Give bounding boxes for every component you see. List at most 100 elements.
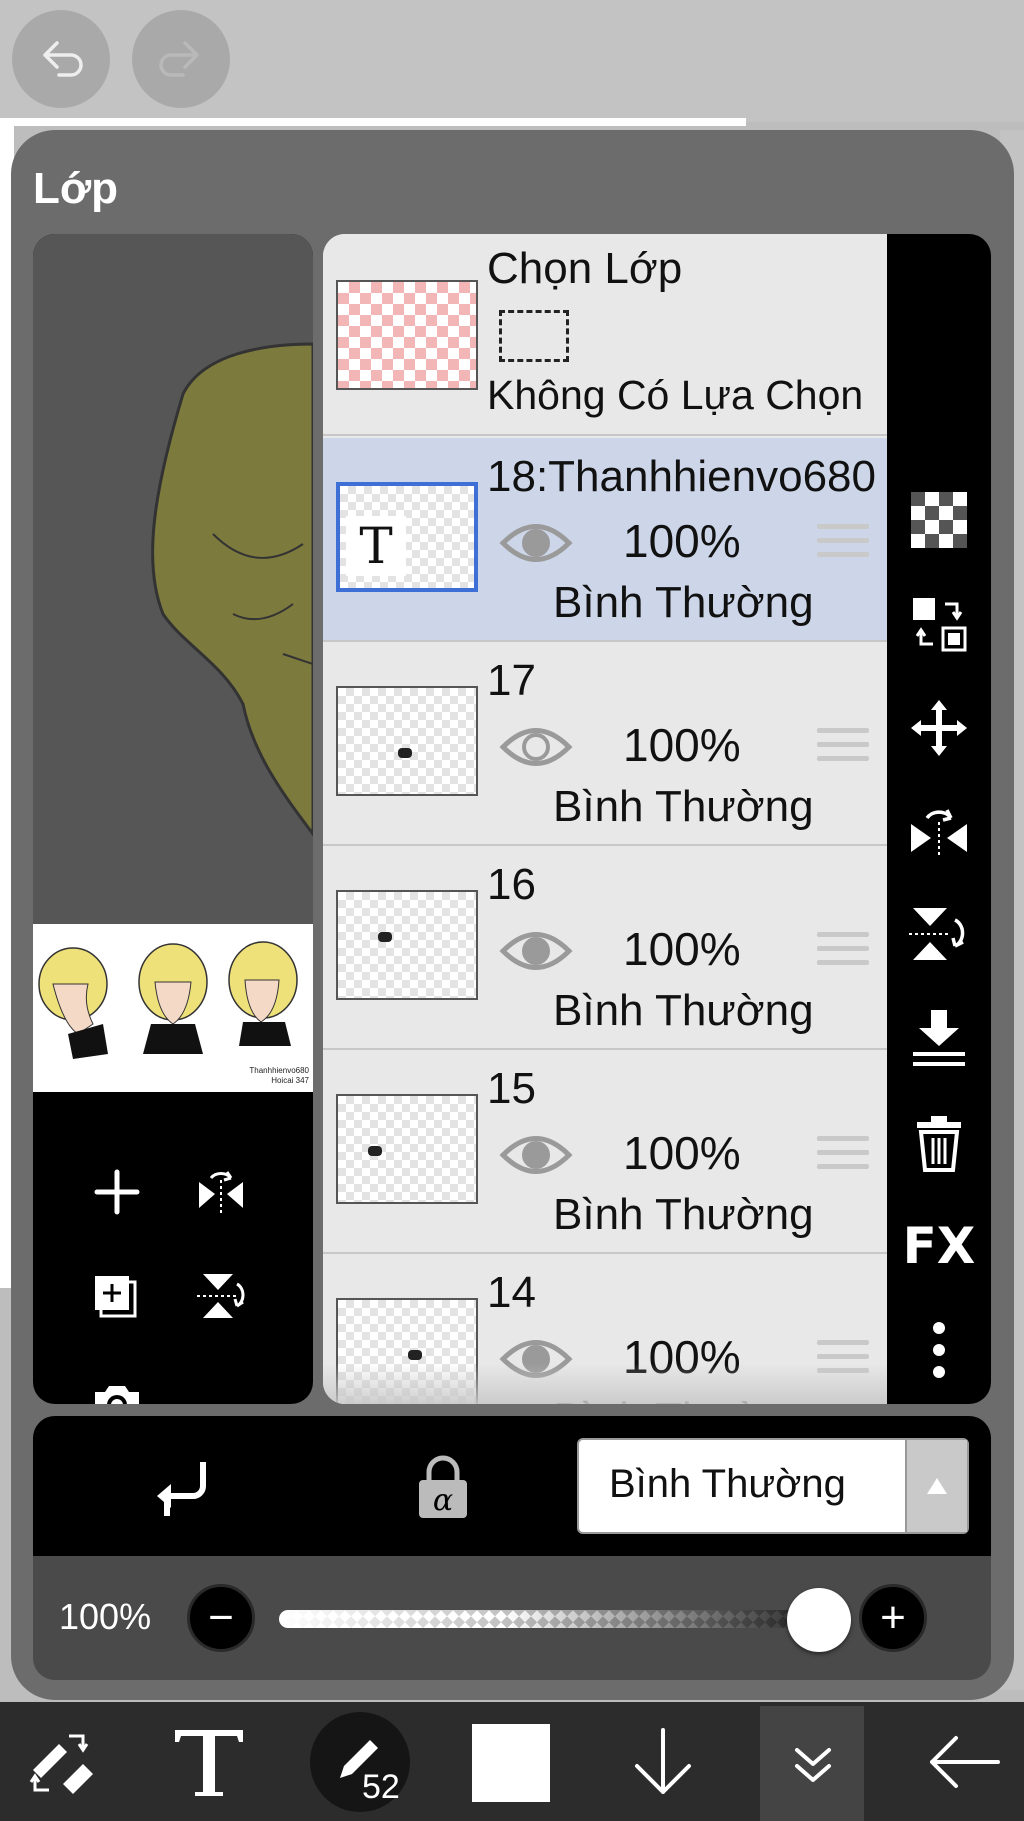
layer-name: 16 xyxy=(487,860,536,909)
text-icon xyxy=(175,1729,243,1796)
eye-icon[interactable] xyxy=(499,720,573,774)
flip-vertical-button[interactable] xyxy=(189,1264,253,1328)
swap-layers-button[interactable] xyxy=(905,590,973,658)
thumbnail-caption: Thanhhienvo680 Hoicai 347 xyxy=(249,1066,309,1086)
collapse-icon xyxy=(795,1747,831,1782)
add-layer-button[interactable] xyxy=(85,1160,149,1224)
layer-thumbnail-content xyxy=(408,1350,422,1360)
layer-blend-mode: Bình Thường xyxy=(553,578,814,627)
fx-icon: FX xyxy=(902,1217,976,1275)
canvas-edge xyxy=(0,118,746,126)
redo-icon xyxy=(159,41,199,77)
trash-icon xyxy=(917,1116,961,1172)
add-layer-icon xyxy=(94,1169,140,1215)
transform-tool-button[interactable] xyxy=(16,1702,106,1821)
color-swatch-button[interactable] xyxy=(472,1724,550,1802)
selection-marquee-icon xyxy=(499,310,569,362)
handle-icon[interactable] xyxy=(817,524,869,566)
blend-row: α Bình Thường xyxy=(33,1416,991,1556)
selection-layer-row[interactable]: Chọn Lớp Không Có Lựa Chọn xyxy=(323,234,901,436)
camera-button[interactable] xyxy=(85,1370,149,1404)
alpha-lock-icon: α xyxy=(419,1455,467,1518)
move-layer-button[interactable] xyxy=(905,694,973,762)
clipping-button[interactable] xyxy=(143,1446,223,1526)
layer-opacity: 100% xyxy=(623,719,741,771)
eye-icon[interactable] xyxy=(499,1128,573,1182)
merge-down-icon xyxy=(913,1010,965,1066)
layer-row[interactable]: 16 100% Bình Thường xyxy=(323,846,901,1050)
flip-down-button[interactable] xyxy=(905,900,973,968)
opacity-slider-knob[interactable] xyxy=(787,1588,851,1652)
layer-blend-mode: Bình Thường xyxy=(553,1190,814,1239)
opacity-row: 100% − + xyxy=(33,1556,991,1680)
back-arrow-icon xyxy=(930,1735,1000,1788)
transparency-button[interactable] xyxy=(905,486,973,554)
canvas-zoom-preview[interactable] xyxy=(33,234,313,924)
layer-down-button[interactable] xyxy=(618,1702,708,1821)
svg-text:α: α xyxy=(433,1483,453,1518)
layer-thumbnail xyxy=(336,1094,478,1204)
alpha-lock-button[interactable]: α xyxy=(403,1446,483,1526)
layer-row[interactable]: 15 100% Bình Thường xyxy=(323,1050,901,1254)
flip-down-icon xyxy=(909,908,965,960)
layer-opacity: 100% xyxy=(623,1127,741,1179)
flip-horizontal-button[interactable] xyxy=(189,1160,253,1224)
layer-name: 15 xyxy=(487,1064,536,1113)
layer-row[interactable]: 17 100% Bình Thường xyxy=(323,642,901,846)
brush-size-value: 52 xyxy=(362,1768,400,1806)
redo-button[interactable] xyxy=(132,10,230,108)
layer-row[interactable]: T 18:Thanhhienvo680 100% Bình Thường xyxy=(323,438,901,642)
selection-layer-thumbnail xyxy=(336,280,478,390)
chevron-up-icon xyxy=(905,1440,967,1532)
eye-icon[interactable] xyxy=(499,924,573,978)
blend-mode-value: Bình Thường xyxy=(609,1462,846,1506)
more-icon xyxy=(933,1322,945,1378)
collapse-button[interactable] xyxy=(768,1702,858,1821)
merge-down-button[interactable] xyxy=(905,1004,973,1072)
layer-thumbnail-content xyxy=(368,1146,382,1156)
undo-button[interactable] xyxy=(12,10,110,108)
thumbnail-caption-line2: Hoicai 347 xyxy=(271,1076,309,1085)
layer-opacity: 100% xyxy=(623,923,741,975)
layer-name: 17 xyxy=(487,656,536,705)
zoomed-artwork xyxy=(151,342,313,837)
layer-thumbnail xyxy=(336,686,478,796)
text-layer-icon: T xyxy=(346,516,406,576)
fx-button[interactable]: FX xyxy=(902,1212,976,1280)
opacity-increase-button[interactable]: + xyxy=(859,1584,927,1652)
handle-icon[interactable] xyxy=(817,932,869,974)
duplicate-layer-button[interactable] xyxy=(85,1264,149,1328)
text-tool-button[interactable] xyxy=(164,1702,254,1821)
undo-icon xyxy=(43,41,83,77)
flip-layer-button[interactable] xyxy=(905,796,973,864)
minus-icon: − xyxy=(208,1593,234,1642)
eye-icon[interactable] xyxy=(499,516,573,570)
swap-layers-icon xyxy=(913,598,967,652)
back-button[interactable] xyxy=(916,1702,1012,1821)
layer-opacity: 100% xyxy=(623,515,741,567)
flip-horizontal-icon xyxy=(199,1171,243,1214)
more-options-button[interactable] xyxy=(905,1316,973,1384)
selection-layer-title: Chọn Lớp xyxy=(487,244,683,293)
layer-thumbnail-content xyxy=(378,932,392,942)
opacity-decrease-button[interactable]: − xyxy=(187,1584,255,1652)
layer-blend-mode: Bình Thường xyxy=(553,782,814,831)
handle-icon[interactable] xyxy=(817,1136,869,1178)
layer-panel: Lớp Thanhhienvo680 Hoicai 347 Chọn Lớp K… xyxy=(11,130,1014,1700)
delete-layer-button[interactable] xyxy=(905,1108,973,1176)
flip-vertical-icon xyxy=(197,1274,245,1318)
layer-thumbnail: T xyxy=(336,482,478,592)
handle-icon[interactable] xyxy=(817,728,869,770)
camera-icon xyxy=(95,1386,139,1404)
transparency-icon xyxy=(911,492,967,548)
opacity-slider[interactable] xyxy=(279,1610,839,1628)
layer-name: 18:Thanhhienvo680 xyxy=(487,452,876,501)
transform-icon xyxy=(29,1734,93,1794)
canvas-top-area xyxy=(0,0,1024,122)
bottom-toolbar: 52 xyxy=(0,1702,1024,1821)
panel-title: Lớp xyxy=(33,164,119,213)
blend-mode-select[interactable]: Bình Thường xyxy=(577,1438,969,1534)
layer-tools-column: FX xyxy=(887,234,991,1404)
selection-layer-status: Không Có Lựa Chọn xyxy=(487,372,864,418)
canvas-thumbnail: Thanhhienvo680 Hoicai 347 xyxy=(33,924,313,1092)
